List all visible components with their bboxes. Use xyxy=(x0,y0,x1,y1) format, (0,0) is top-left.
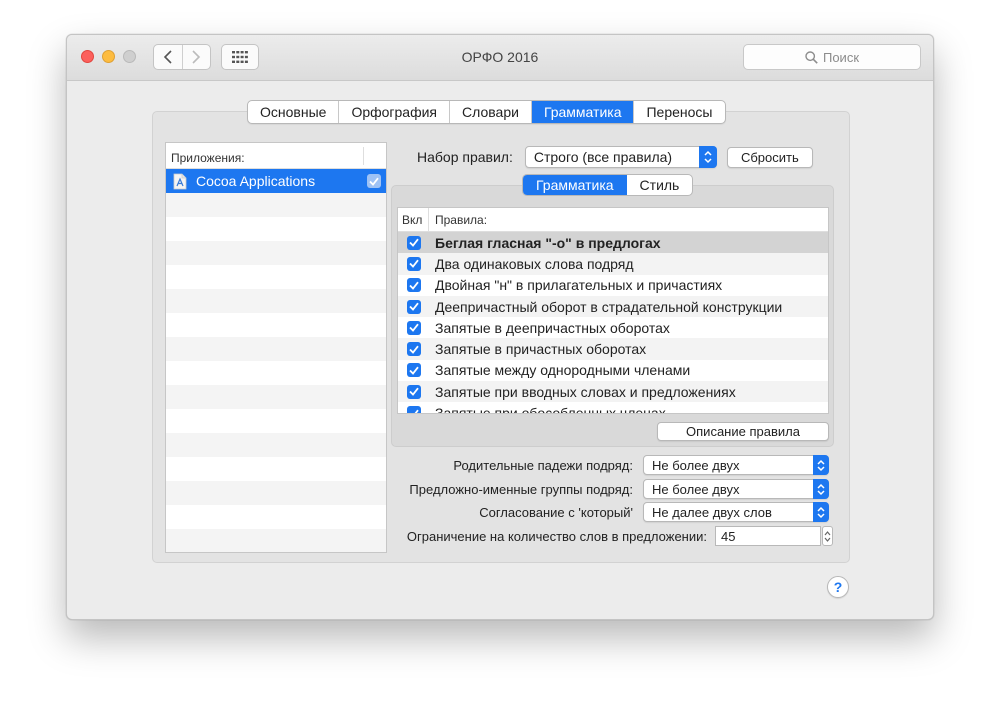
rule-label: Двойная "н" в прилагательных и причастия… xyxy=(435,277,723,294)
title-bar: ОРФО 2016 Поиск xyxy=(67,35,933,81)
rule-checkbox[interactable] xyxy=(406,235,421,250)
rule-checkbox[interactable] xyxy=(406,320,421,335)
param-which-label: Согласование с 'который' xyxy=(479,504,633,520)
table-row[interactable]: Запятые при вводных словах и предложения… xyxy=(398,381,828,403)
help-button[interactable]: ? xyxy=(827,576,849,598)
rule-checkbox[interactable] xyxy=(406,342,421,357)
table-row[interactable]: Два одинаковых слова подряд xyxy=(398,253,828,275)
rule-label: Запятые в причастных оборотах xyxy=(435,341,647,358)
main-tabs: Основные Орфография Словари Грамматика П… xyxy=(247,100,726,124)
table-row[interactable]: Беглая гласная "-о" в предлогах xyxy=(398,232,828,254)
word-limit-stepper[interactable] xyxy=(822,526,833,546)
rule-description-button[interactable]: Описание правила xyxy=(657,422,829,441)
empty-rows xyxy=(166,193,386,552)
tab-spelling[interactable]: Орфография xyxy=(338,101,449,123)
app-checkbox[interactable] xyxy=(367,174,381,188)
rule-label: Запятые между однородными членами xyxy=(435,362,691,379)
rule-checkbox[interactable] xyxy=(406,406,421,413)
updown-arrows-icon xyxy=(813,502,829,522)
param-prep-groups-select[interactable]: Не более двух xyxy=(643,479,829,499)
checkmark-icon xyxy=(409,409,419,413)
applications-header: Приложения: xyxy=(166,143,386,169)
rule-checkbox[interactable] xyxy=(406,256,421,271)
checkmark-icon xyxy=(408,323,419,333)
table-row[interactable]: Запятые при обособленных членах xyxy=(398,402,828,414)
column-rules[interactable]: Правила: xyxy=(429,213,487,227)
subtab-style[interactable]: Стиль xyxy=(627,175,693,195)
param-genitive-label: Родительные падежи подряд: xyxy=(453,457,633,473)
reset-button[interactable]: Сбросить xyxy=(726,146,813,168)
ruleset-select[interactable]: Строго (все правила) xyxy=(524,146,717,168)
checkmark-icon xyxy=(408,260,419,269)
checkmark-icon xyxy=(408,387,419,397)
table-row[interactable]: Деепричастный оборот в страдательной кон… xyxy=(398,295,828,318)
param-prep-groups-row: Предложно-именные группы подряд: Не боле… xyxy=(247,479,829,499)
help-icon: ? xyxy=(833,579,843,595)
column-enabled[interactable]: Вкл xyxy=(398,208,429,231)
rule-checkbox[interactable] xyxy=(406,278,421,293)
param-genitive-select[interactable]: Не более двух xyxy=(643,455,829,475)
rule-label: Запятые при обособленных членах xyxy=(435,405,666,414)
word-limit-value: 45 xyxy=(721,528,736,544)
applications-header-label: Приложения: xyxy=(171,151,245,165)
rule-label: Запятые при вводных словах и предложения… xyxy=(435,383,736,400)
rule-checkbox[interactable] xyxy=(406,299,421,314)
checkmark-icon xyxy=(408,366,419,375)
checkmark-icon xyxy=(369,177,379,186)
param-which-value: Не далее двух слов xyxy=(652,504,772,520)
tab-grammar[interactable]: Грамматика xyxy=(530,101,634,123)
tab-general[interactable]: Основные xyxy=(248,101,338,123)
table-row[interactable]: Запятые в причастных оборотах xyxy=(398,338,828,360)
app-icon xyxy=(173,173,187,189)
rule-checkbox[interactable] xyxy=(406,384,421,399)
param-which-row: Согласование с 'который' Не далее двух с… xyxy=(247,502,829,522)
rule-label: Два одинаковых слова подряд xyxy=(435,255,634,272)
tab-hyphenation[interactable]: Переносы xyxy=(633,101,724,123)
updown-arrows-icon xyxy=(813,455,829,475)
checkmark-icon xyxy=(408,238,419,247)
search-placeholder: Поиск xyxy=(822,49,860,65)
ruleset-row: Набор правил: Строго (все правила) Сброс… xyxy=(417,146,813,168)
updown-arrows-icon xyxy=(813,479,829,499)
rules-rows: Беглая гласная "-о" в предлогах Два один… xyxy=(398,232,828,414)
rule-checkbox[interactable] xyxy=(406,363,421,378)
rule-label: Запятые в деепричастных оборотах xyxy=(435,319,670,336)
rules-table-header: Вкл Правила: xyxy=(398,208,828,232)
word-limit-input[interactable]: 45 xyxy=(715,526,821,546)
param-prep-groups-label: Предложно-именные группы подряд: xyxy=(409,481,633,497)
preferences-window: ОРФО 2016 Поиск Основные Орфография Слов… xyxy=(66,34,934,620)
rule-label: Беглая гласная "-о" в предлогах xyxy=(435,234,661,251)
rule-label: Деепричастный оборот в страдательной кон… xyxy=(435,298,783,315)
checkmark-icon xyxy=(408,345,419,354)
app-label: Cocoa Applications xyxy=(196,173,316,189)
table-row[interactable]: Двойная "н" в прилагательных и причастия… xyxy=(398,275,828,296)
search-icon xyxy=(805,50,818,64)
list-item-cocoa-applications[interactable]: Cocoa Applications xyxy=(166,169,386,193)
rules-table: Вкл Правила: Беглая гласная "-о" в предл… xyxy=(397,207,829,414)
param-word-limit-row: Ограничение на количество слов в предлож… xyxy=(247,526,833,546)
stepper-arrows-icon xyxy=(824,530,831,542)
table-row[interactable]: Запятые между однородными членами xyxy=(398,360,828,381)
tab-dictionaries[interactable]: Словари xyxy=(449,101,531,123)
param-genitive-value: Не более двух xyxy=(652,457,740,473)
rule-type-tabs: Грамматика Стиль xyxy=(522,174,694,196)
updown-arrows-icon xyxy=(698,146,717,168)
ruleset-value: Строго (все правила) xyxy=(533,149,673,165)
param-word-limit-label: Ограничение на количество слов в предлож… xyxy=(406,528,707,544)
search-field[interactable]: Поиск xyxy=(743,44,921,70)
param-prep-groups-value: Не более двух xyxy=(652,481,740,497)
table-row[interactable]: Запятые в деепричастных оборотах xyxy=(398,317,828,338)
ruleset-label: Набор правил: xyxy=(417,149,513,165)
param-which-select[interactable]: Не далее двух слов xyxy=(643,502,829,522)
param-genitive-row: Родительные падежи подряд: Не более двух xyxy=(247,455,829,475)
checkmark-icon xyxy=(408,281,419,290)
subtab-grammar[interactable]: Грамматика xyxy=(523,175,627,195)
checkmark-icon xyxy=(408,302,419,311)
